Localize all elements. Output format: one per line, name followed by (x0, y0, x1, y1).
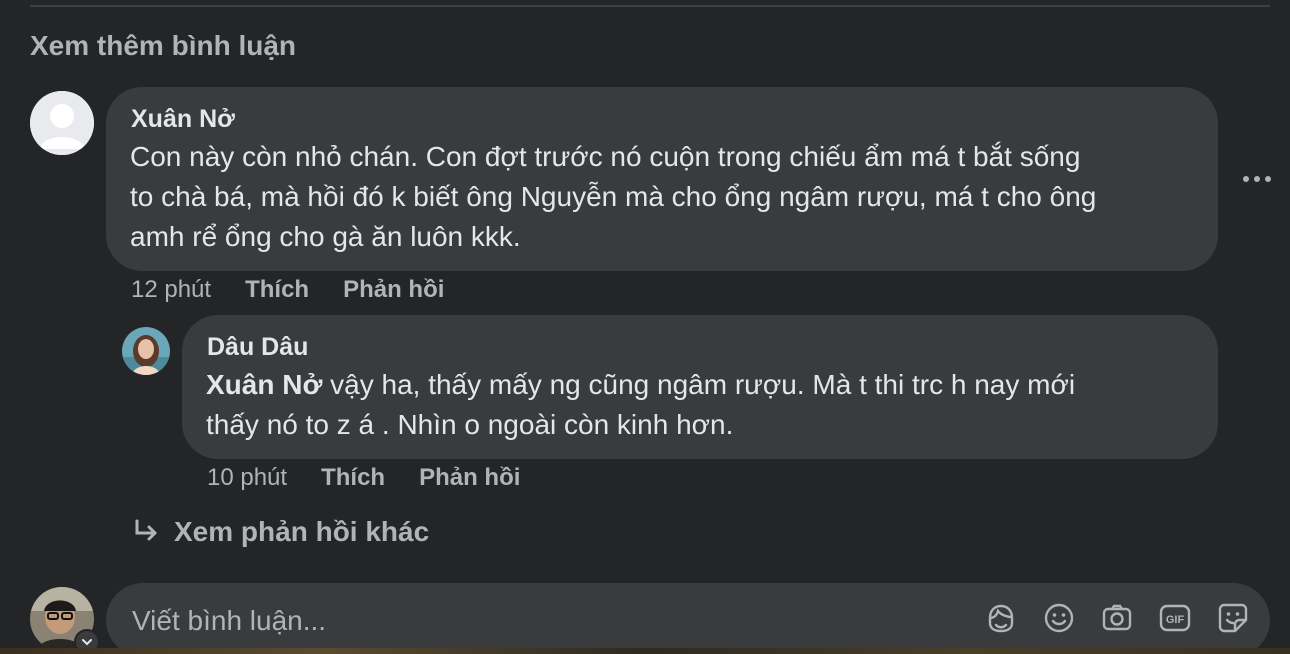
like-button[interactable]: Thích (245, 276, 309, 304)
avatar-default[interactable] (30, 91, 94, 155)
reply-button[interactable]: Phản hồi (419, 464, 520, 492)
like-button[interactable]: Thích (321, 464, 385, 492)
divider (30, 5, 1270, 7)
view-more-comments-link[interactable]: Xem thêm bình luận (30, 30, 296, 62)
reply-button[interactable]: Phản hồi (343, 276, 444, 304)
sticker-icon[interactable] (1216, 601, 1250, 635)
camera-icon[interactable] (1100, 601, 1134, 635)
default-profile-icon (30, 91, 94, 155)
comment-time[interactable]: 12 phút (131, 276, 211, 304)
comment-text-line: amh rể ổng cho gà ăn luôn kkk. (130, 221, 521, 252)
emoji-icon[interactable] (1042, 601, 1076, 635)
view-more-replies-link[interactable]: Xem phản hồi khác (132, 516, 429, 548)
comment-text: Con này còn nhỏ chán. Con đợt trước nó c… (130, 137, 1096, 257)
profile-photo-icon (122, 327, 170, 375)
comment-author[interactable]: Xuân Nở (131, 105, 235, 134)
reply-text-rest: vậy ha, thấy mấy ng cũng ngâm rượu. Mà t… (322, 369, 1076, 400)
comment-meta: 12 phút Thích Phản hồi (131, 276, 444, 304)
reply-author[interactable]: Dâu Dâu (207, 333, 308, 362)
view-more-replies-label: Xem phản hồi khác (174, 516, 430, 547)
reply-text-line: thấy nó to z á . Nhìn o ngoài còn kinh h… (206, 409, 734, 440)
avatar-sticker-icon[interactable] (984, 601, 1018, 635)
comment-bubble: Xuân Nở Con này còn nhỏ chán. Con đợt tr… (106, 87, 1218, 271)
gif-icon[interactable]: GIF (1158, 601, 1192, 635)
reply-meta: 10 phút Thích Phản hồi (207, 464, 520, 492)
mention-link[interactable]: Xuân Nở (206, 369, 322, 400)
comment-composer: GIF (106, 583, 1270, 654)
comment-text-line: Con này còn nhỏ chán. Con đợt trước nó c… (130, 141, 1081, 172)
avatar-reply-author[interactable] (122, 327, 170, 375)
comments-section: Xem thêm bình luận Xuân Nở Con này còn n… (0, 0, 1290, 654)
reply-text: Xuân Nở vậy ha, thấy mấy ng cũng ngâm rư… (206, 365, 1075, 445)
more-options-icon[interactable] (1240, 164, 1274, 194)
reply-time[interactable]: 10 phút (207, 464, 287, 492)
comment-text-line: to chà bá, mà hồi đó k biết ông Nguyễn m… (130, 181, 1097, 212)
reply-bubble: Dâu Dâu Xuân Nở vậy ha, thấy mấy ng cũng… (182, 315, 1218, 459)
reply-text-line: Xuân Nở vậy ha, thấy mấy ng cũng ngâm rư… (206, 365, 1075, 405)
background-strip (0, 648, 1290, 654)
comment-input[interactable] (130, 601, 954, 641)
reply-arrow-icon (135, 519, 157, 541)
composer-actions: GIF (984, 601, 1250, 635)
svg-text:GIF: GIF (1166, 614, 1185, 626)
